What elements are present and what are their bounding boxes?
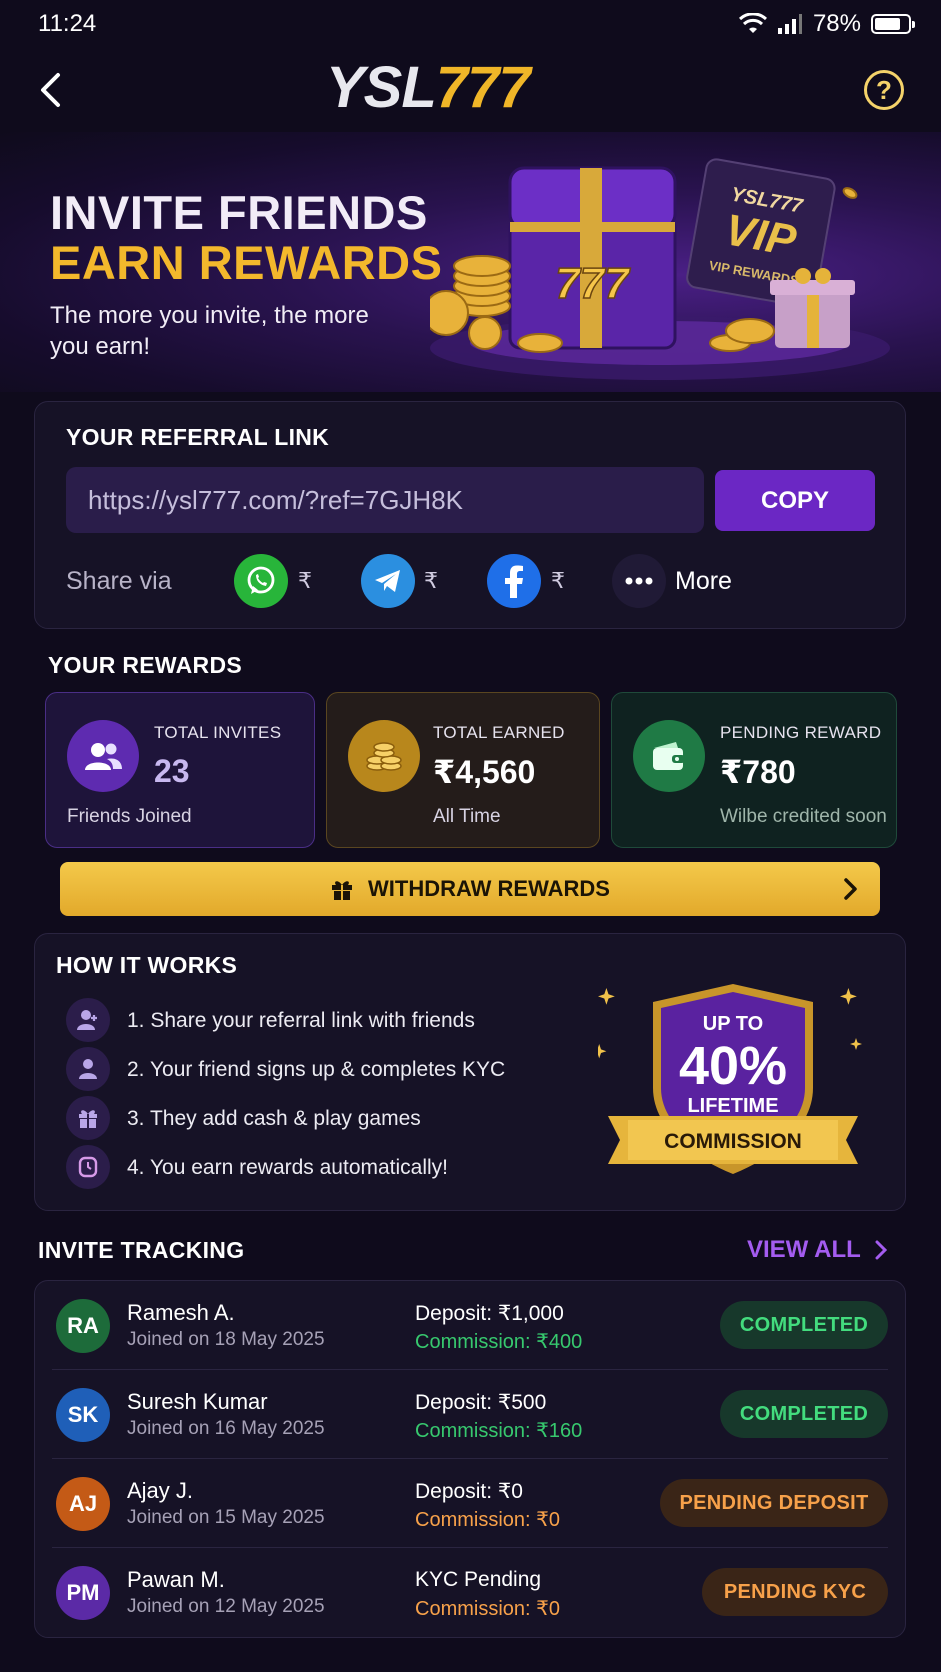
help-icon: ? (876, 74, 892, 105)
status-badge: PENDING KYC (702, 1568, 888, 1616)
view-all-link[interactable]: VIEW ALL (747, 1236, 887, 1264)
step-1: 1. Share your referral link with friends (127, 1009, 475, 1032)
wifi-icon (738, 13, 767, 33)
status-indicators: 78% (738, 10, 915, 38)
status-badge: COMPLETED (720, 1301, 888, 1349)
shield-icon (66, 1145, 110, 1189)
step-4: 4. You earn rewards automatically! (127, 1156, 449, 1179)
total-earned-foot: All Time (433, 806, 501, 827)
referral-link-field[interactable] (66, 467, 704, 533)
withdraw-rewards-button[interactable]: WITHDRAW REWARDS (60, 862, 880, 916)
total-invites-foot: Friends Joined (67, 806, 192, 827)
treasure-chest-illustration: 777 YSL777 VIP VIP REWARDS (430, 158, 890, 380)
gift-icon (332, 881, 352, 900)
avatar: PM (56, 1566, 110, 1620)
status-badge: PENDING DEPOSIT (660, 1479, 888, 1527)
svg-text:UP TO: UP TO (703, 1013, 763, 1035)
pending-reward-foot: Wilbe credited soon (720, 806, 887, 827)
share-telegram-button[interactable] (361, 554, 415, 608)
help-button[interactable]: ? (864, 70, 904, 110)
commission-badge: UP TO 40% LIFETIME COMMISSION (598, 984, 862, 1174)
svg-text:COMMISSION: COMMISSION (664, 1130, 802, 1153)
battery-percent: 78% (812, 10, 861, 37)
invitee-deposit: KYC Pending (415, 1568, 542, 1591)
view-all-chevron-icon (875, 1240, 887, 1260)
chevron-right-icon (844, 878, 857, 900)
invitee-commission: Commission: ₹160 (415, 1420, 583, 1442)
wallet-icon (633, 720, 705, 792)
back-button[interactable] (32, 66, 68, 114)
invitee-joined: Joined on 16 May 2025 (127, 1418, 325, 1439)
total-invites-label: TOTAL INVITES (154, 723, 282, 742)
pending-reward-value: ₹780 (720, 754, 796, 790)
invitee-name: Ajay J. (127, 1478, 194, 1503)
user-icon (66, 1047, 110, 1091)
users-icon (67, 720, 139, 792)
avatar: SK (56, 1388, 110, 1442)
invitee-name: Ramesh A. (127, 1300, 235, 1325)
telegram-tag: ₹ (424, 568, 438, 593)
back-icon (41, 73, 60, 107)
total-invites-value: 23 (154, 753, 190, 789)
signal-icon (777, 14, 802, 34)
invitee-commission: Commission: ₹0 (415, 1598, 560, 1620)
svg-text:LIFETIME: LIFETIME (687, 1095, 778, 1117)
svg-text:40%: 40% (679, 1036, 787, 1096)
total-earned-value: ₹4,560 (433, 754, 536, 790)
share-facebook-button[interactable] (487, 554, 541, 608)
share-via-label: Share via (66, 567, 172, 595)
step-3: 3. They add cash & play games (127, 1107, 421, 1130)
user-add-icon (66, 998, 110, 1042)
row-divider (52, 1458, 888, 1459)
whatsapp-icon (247, 566, 275, 594)
invitee-commission: Commission: ₹400 (415, 1331, 583, 1353)
referral-title: YOUR REFERRAL LINK (66, 424, 330, 450)
invitee-commission: Commission: ₹0 (415, 1509, 560, 1531)
pending-reward-label: PENDING REWARD (720, 723, 882, 742)
coins-icon (348, 720, 420, 792)
invitee-deposit: Deposit: ₹500 (415, 1391, 547, 1414)
copy-button[interactable]: COPY (715, 470, 875, 531)
invitee-deposit: Deposit: ₹0 (415, 1480, 523, 1503)
facebook-icon (505, 565, 523, 598)
total-earned-label: TOTAL EARNED (433, 723, 565, 742)
invitee-name: Suresh Kumar (127, 1389, 268, 1414)
invitee-joined: Joined on 15 May 2025 (127, 1507, 325, 1528)
battery-icon (871, 14, 915, 34)
row-divider (52, 1369, 888, 1370)
more-icon (625, 577, 653, 585)
withdraw-label: WITHDRAW REWARDS (368, 876, 610, 901)
telegram-icon (375, 570, 400, 592)
invitee-name: Pawan M. (127, 1567, 225, 1592)
whatsapp-tag: ₹ (298, 568, 312, 593)
facebook-tag: ₹ (551, 568, 565, 593)
step-2: 2. Your friend signs up & completes KYC (127, 1058, 506, 1081)
hero-title-line1: INVITE FRIENDS (50, 186, 428, 239)
share-more-button[interactable] (612, 554, 666, 608)
invite-tracking-title: INVITE TRACKING (38, 1237, 245, 1263)
status-badge: COMPLETED (720, 1390, 888, 1438)
more-label[interactable]: More (675, 567, 732, 596)
avatar: AJ (56, 1477, 110, 1531)
invitee-joined: Joined on 18 May 2025 (127, 1329, 325, 1350)
how-it-works-title: HOW IT WORKS (56, 952, 238, 978)
view-all-label: VIEW ALL (747, 1236, 861, 1263)
invitee-joined: Joined on 12 May 2025 (127, 1596, 325, 1617)
invitee-deposit: Deposit: ₹1,000 (415, 1302, 564, 1325)
row-divider (52, 1547, 888, 1548)
gift-step-icon (66, 1096, 110, 1140)
hero-title-line2: EARN REWARDS (50, 236, 443, 289)
share-whatsapp-button[interactable] (234, 554, 288, 608)
status-time: 11:24 (38, 10, 97, 37)
app-logo: YSL777 (326, 55, 531, 120)
rewards-title: YOUR REWARDS (48, 652, 243, 678)
hero-subtitle: The more you invite, the more you earn! (50, 302, 369, 360)
svg-text:777: 777 (555, 259, 631, 308)
avatar: RA (56, 1299, 110, 1353)
